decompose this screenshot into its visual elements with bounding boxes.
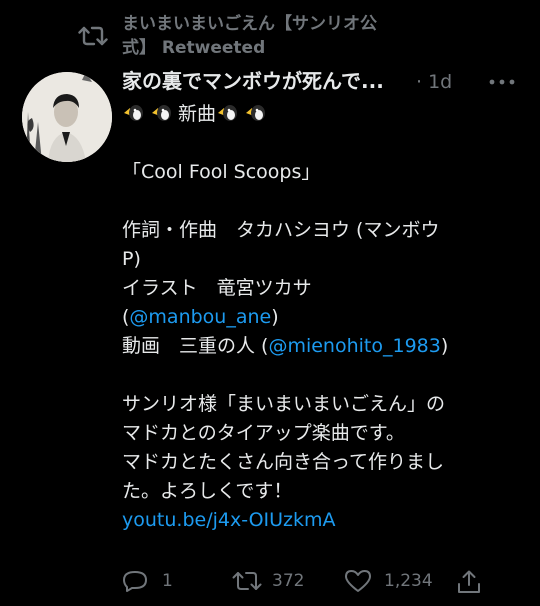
emoji-line: 新曲 <box>122 100 522 129</box>
retweeted-label: Retweeted <box>156 38 266 58</box>
youtube-link[interactable]: youtu.be/j4x-OIUzkmA <box>122 506 522 535</box>
song-title: 「Cool Fool Scoops」 <box>122 161 321 183</box>
tweet-text: 新曲 「Cool Fool Scoops」 作詞・作曲 タカハシヨウ (マンボウ… <box>122 100 522 535</box>
tweet-time[interactable]: 1d <box>428 71 452 93</box>
paren-close: ) <box>271 306 279 328</box>
mention-link[interactable]: @mienohito_1983 <box>268 335 440 357</box>
mention-link[interactable]: @manbou_ane <box>129 306 271 328</box>
credit-illustration-handle-line: (@manbou_ane) <box>122 303 522 332</box>
credit-illustration: イラスト 竜宮ツカサ <box>122 277 312 299</box>
like-button[interactable]: 1,234 <box>344 566 454 596</box>
credit-composer: 作詞・作曲 タカハシヨウ (マンボウ <box>122 219 440 241</box>
description-line: サンリオ様「まいまいまいごえん」の <box>122 393 446 415</box>
retweeter-name-line1: まいまいまいごえん【サンリオ公 <box>122 14 377 34</box>
description-line: マドカとたくさん向き合って作りまし <box>122 451 445 473</box>
tweet-header: 家の裏でマンボウが死んで... · 1d <box>122 64 522 100</box>
share-icon <box>458 570 480 593</box>
like-count: 1,234 <box>384 571 433 591</box>
retweeter-name-line2: 式】 <box>122 38 156 58</box>
paren-close: ) <box>440 335 449 357</box>
bird-emoji-icon <box>218 105 238 121</box>
description-line: マドカとのタイアップ楽曲です。 <box>122 422 405 444</box>
meta-separator: · <box>416 71 429 93</box>
retweet-action-icon <box>232 572 262 590</box>
author-name[interactable]: 家の裏でマンボウが死んで... <box>122 66 384 96</box>
heart-icon <box>345 570 371 592</box>
tweet-actions: 1 372 1,234 <box>122 566 522 596</box>
retweet-label[interactable]: まいまいまいごえん【サンリオ公 式】 Retweeted <box>122 12 422 60</box>
retweet-button[interactable]: 372 <box>232 566 332 596</box>
bird-emoji-icon <box>152 105 171 121</box>
retweet-context: まいまいまいごえん【サンリオ公 式】 Retweeted <box>78 10 518 62</box>
credit-video: 動画 三重の人 (@mienohito_1983) <box>122 332 522 361</box>
retweet-count: 372 <box>272 571 305 591</box>
bird-emoji-icon <box>124 105 143 121</box>
new-song-label: 新曲 <box>178 103 217 125</box>
description-line: た。よろしくです！ <box>122 480 293 502</box>
credit-composer-cont: P) <box>122 248 141 270</box>
reply-count: 1 <box>162 571 173 591</box>
retweet-icon <box>78 26 108 46</box>
avatar[interactable] <box>22 72 112 162</box>
tweet-meta: · 1d <box>416 68 452 96</box>
video-credit-text: 動画 三重の人 ( <box>122 335 269 357</box>
more-options-icon[interactable] <box>484 72 520 92</box>
reply-icon <box>123 571 147 592</box>
bird-emoji-icon <box>246 105 266 121</box>
reply-button[interactable]: 1 <box>122 566 202 596</box>
share-button[interactable] <box>456 566 486 596</box>
avatar-photo <box>22 72 112 162</box>
